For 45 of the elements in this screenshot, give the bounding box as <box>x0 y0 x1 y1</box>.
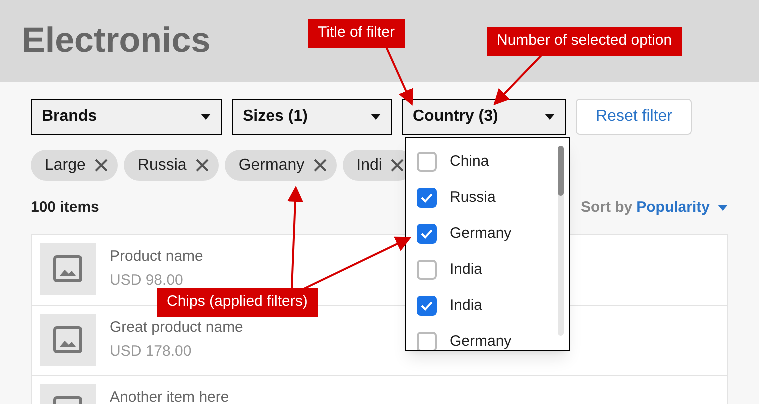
caret-icon <box>718 205 728 212</box>
filter-chip[interactable]: Large <box>31 150 118 181</box>
option-label: India <box>450 296 483 316</box>
option-label: India <box>450 260 483 280</box>
checkbox[interactable] <box>417 188 437 208</box>
annotation-label: Title of filter <box>308 19 405 48</box>
close-icon[interactable] <box>391 159 404 172</box>
filter-dropdown[interactable]: Brands <box>31 99 222 135</box>
product-name: Great product name <box>110 318 244 338</box>
close-icon[interactable] <box>314 159 327 172</box>
option-label: Germany <box>450 224 512 244</box>
filter-dropdown[interactable]: Sizes (1) <box>232 99 392 135</box>
scrollbar[interactable] <box>558 146 564 336</box>
filter-chip[interactable]: Germany <box>224 150 337 181</box>
option-label: Germany <box>450 332 512 350</box>
sort-label: Sort by <box>580 198 633 218</box>
reset-filter-button[interactable]: Reset filter <box>576 99 692 135</box>
caret-icon <box>201 114 211 120</box>
product-name: Another item here <box>110 388 230 404</box>
annotation-label: Number of selected option <box>487 27 682 56</box>
product-price: USD 98.00 <box>110 271 184 291</box>
product-name: Product name <box>110 246 204 266</box>
checkbox[interactable] <box>417 260 437 280</box>
check-icon <box>421 193 433 203</box>
check-icon <box>421 229 433 239</box>
close-icon[interactable] <box>196 159 209 172</box>
check-icon <box>421 301 433 311</box>
checkbox[interactable] <box>417 296 437 316</box>
filter-dropdown[interactable]: Country (3) <box>402 99 566 135</box>
sort-dropdown[interactable]: Popularity <box>636 197 728 220</box>
option-label: Russia <box>450 188 496 208</box>
checkbox[interactable] <box>417 332 437 350</box>
close-icon[interactable] <box>94 159 108 172</box>
filter-chip[interactable]: Russia <box>124 150 219 181</box>
checkbox[interactable] <box>417 224 437 244</box>
product-price: USD 178.00 <box>110 342 193 362</box>
caret-icon <box>371 114 381 120</box>
option-label: China <box>450 152 490 172</box>
caret-icon <box>545 114 555 120</box>
image-icon <box>53 254 83 282</box>
annotation-label: Chips (applied filters) <box>157 288 318 316</box>
checkbox[interactable] <box>417 152 437 172</box>
item-count: 100 items <box>31 198 100 218</box>
page-title: Electronics <box>22 20 211 62</box>
image-icon <box>53 326 83 354</box>
